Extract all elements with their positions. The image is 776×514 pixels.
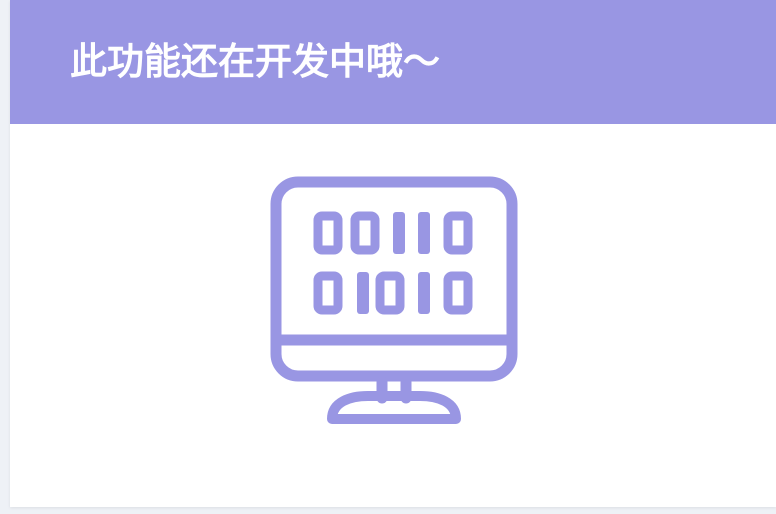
dialog-title: 此功能还在开发中哦～ (70, 40, 440, 83)
dialog-header: 此功能还在开发中哦～ (10, 0, 776, 124)
notice-dialog: 此功能还在开发中哦～ (10, 0, 776, 507)
computer-monitor-binary-icon (270, 176, 518, 424)
